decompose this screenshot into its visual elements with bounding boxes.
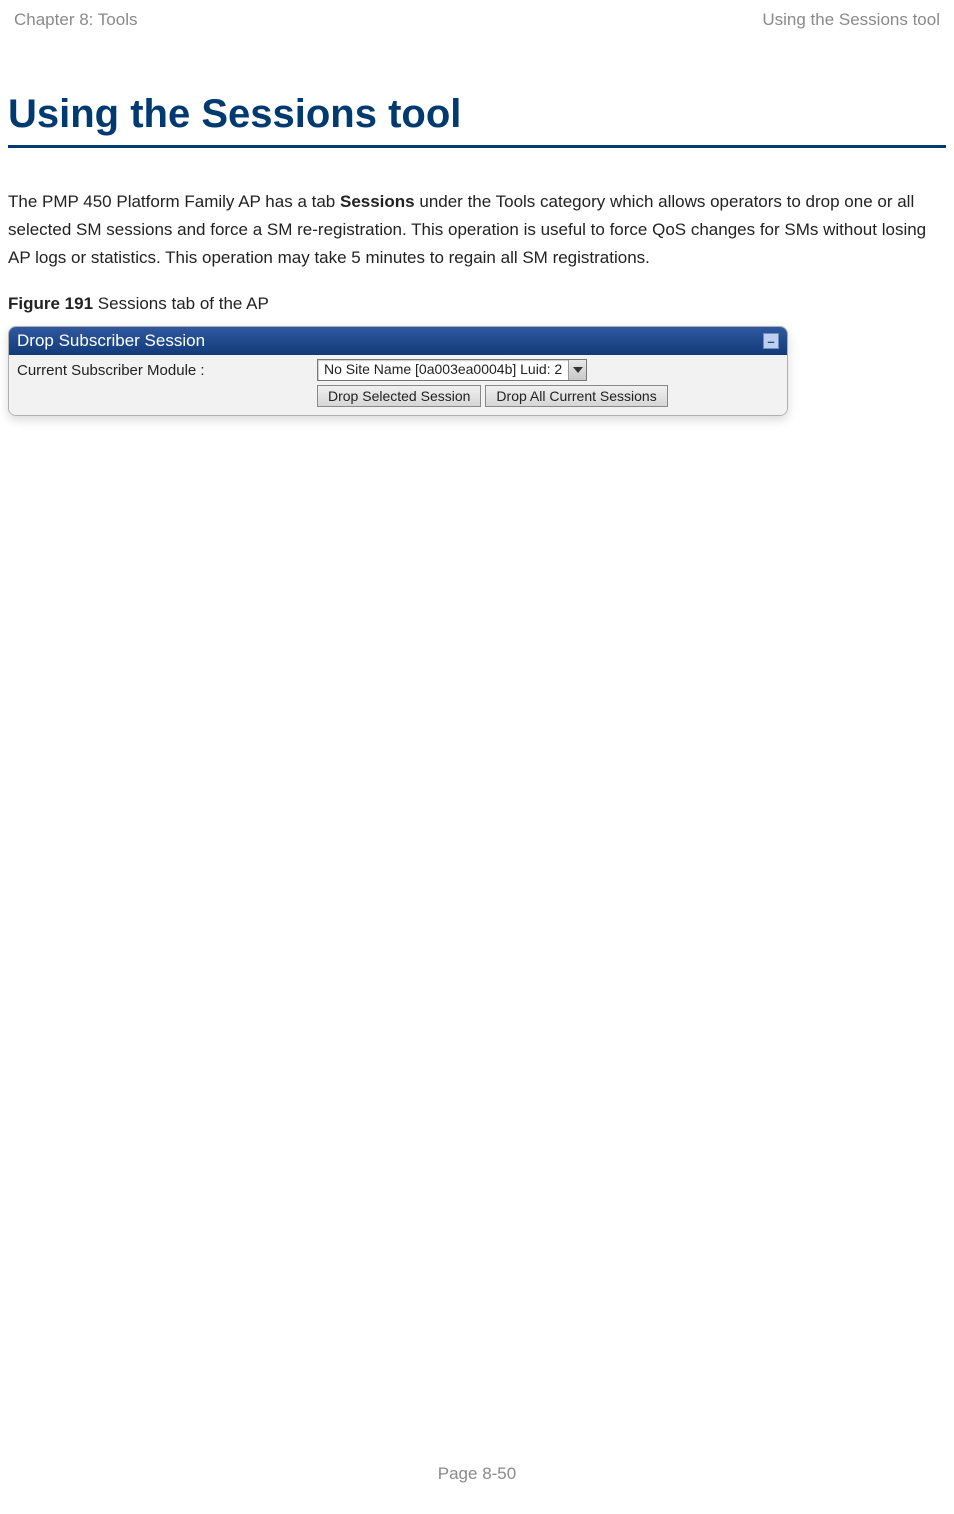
chevron-down-icon	[568, 360, 586, 380]
subscriber-dropdown-value: No Site Name [0a003ea0004b] Luid: 2	[318, 360, 568, 380]
figure-label-rest: Sessions tab of the AP	[93, 294, 269, 313]
subscriber-label: Current Subscriber Module :	[17, 362, 317, 379]
drop-all-button[interactable]: Drop All Current Sessions	[485, 385, 667, 407]
buttons-row: Drop Selected Session Drop All Current S…	[9, 383, 787, 409]
page-header: Chapter 8: Tools Using the Sessions tool	[8, 8, 946, 30]
subscriber-row: Current Subscriber Module : No Site Name…	[9, 357, 787, 383]
header-right: Using the Sessions tool	[762, 10, 940, 30]
collapse-icon[interactable]: –	[763, 333, 779, 349]
figure-caption: Figure 191 Sessions tab of the AP	[8, 294, 946, 314]
section-heading: Using the Sessions tool	[8, 92, 946, 148]
drop-selected-button[interactable]: Drop Selected Session	[317, 385, 481, 407]
header-left: Chapter 8: Tools	[14, 10, 137, 30]
body-paragraph: The PMP 450 Platform Family AP has a tab…	[8, 188, 946, 272]
page-footer: Page 8-50	[0, 1464, 954, 1484]
paragraph-part1: The PMP 450 Platform Family AP has a tab	[8, 192, 340, 211]
figure-label-bold: Figure 191	[8, 294, 93, 313]
panel-header: Drop Subscriber Session –	[9, 327, 787, 355]
sessions-panel: Drop Subscriber Session – Current Subscr…	[8, 326, 788, 416]
panel-title: Drop Subscriber Session	[17, 331, 205, 351]
subscriber-dropdown[interactable]: No Site Name [0a003ea0004b] Luid: 2	[317, 359, 587, 381]
panel-body: Current Subscriber Module : No Site Name…	[9, 355, 787, 415]
paragraph-bold: Sessions	[340, 192, 415, 211]
